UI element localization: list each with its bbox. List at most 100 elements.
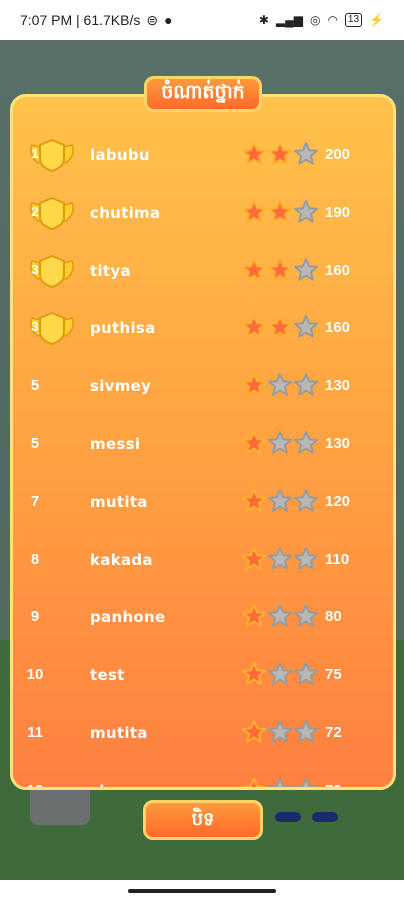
star-rating (241, 546, 319, 574)
star-empty-icon (293, 257, 319, 285)
star-empty-icon (293, 199, 319, 227)
star-filled-icon (241, 661, 267, 689)
star-rating (241, 257, 319, 285)
vpn-icon: ⊜ (146, 11, 159, 28)
facebook-icon: ● (164, 12, 173, 28)
leaderboard-row: 8 kakada 110 (13, 542, 393, 582)
star-empty-icon (267, 603, 293, 631)
signal-icon: ▂▄▆ (275, 13, 303, 27)
player-score: 130 (325, 377, 351, 395)
player-score: 160 (325, 319, 351, 337)
rank-number: 8 (30, 550, 40, 568)
leaderboard-title-text: ចំណាត់ថ្នាក់ (161, 81, 245, 103)
rank-number: 3 (31, 261, 39, 277)
star-empty-icon (293, 603, 319, 631)
star-empty-icon (267, 488, 293, 516)
player-name: titya (90, 261, 131, 280)
player-name: panhone (90, 608, 166, 627)
status-time-speed: 7:07 PM | 61.7KB/s (20, 12, 141, 28)
star-filled-icon (241, 141, 267, 169)
star-empty-icon (293, 661, 319, 689)
leaderboard-row: 5 messi 130 (13, 426, 393, 466)
player-score: 75 (325, 666, 342, 684)
star-filled-icon (267, 199, 293, 227)
rank-number: 5 (30, 435, 40, 452)
wifi-icon: ◠ (327, 13, 338, 27)
rank-number: 10 (26, 666, 44, 684)
player-name: chutima (90, 203, 161, 222)
leaderboard-row: 12 channy 70 (13, 773, 393, 787)
star-rating (241, 719, 319, 747)
home-gesture-handle[interactable] (128, 889, 276, 893)
player-name: mutita (90, 492, 148, 511)
player-score: 72 (325, 724, 342, 741)
player-score: 200 (325, 146, 351, 163)
star-empty-icon (267, 430, 293, 458)
player-name: test (90, 666, 125, 685)
status-bar: 7:07 PM | 61.7KB/s ⊜ ● ✱ ▂▄▆ ◎ ◠ 13 ⚡ (0, 0, 404, 40)
leaderboard-row: 2 chutima 190 (13, 195, 393, 235)
background-shoe-right (312, 812, 338, 822)
close-button-label: បិទ (191, 808, 215, 830)
rank-number: 5 (30, 377, 40, 395)
star-rating (241, 199, 319, 227)
hotspot-icon: ◎ (309, 13, 321, 27)
leaderboard-row: 7 mutita 120 (13, 484, 393, 524)
star-empty-icon (293, 488, 319, 516)
star-rating (241, 314, 319, 342)
leaderboard-row: 11 mutita 72 (13, 715, 393, 755)
close-button[interactable]: បិទ (143, 800, 263, 840)
charging-icon: ⚡ (369, 13, 384, 27)
rank-number: 11 (27, 724, 43, 741)
rank-number: 9 (30, 608, 40, 626)
leaderboard-row: 1 labubu 200 (13, 137, 393, 177)
player-name: messi (90, 435, 141, 453)
star-filled-icon (267, 141, 293, 169)
rank-number: 12 (17, 782, 53, 787)
player-score: 120 (325, 492, 351, 510)
star-empty-icon (293, 141, 319, 169)
player-name: sivmey (90, 377, 152, 396)
star-filled-icon (241, 777, 267, 787)
player-score: 70 (325, 782, 342, 787)
rank-number: 2 (31, 203, 39, 219)
star-filled-icon (267, 314, 293, 342)
star-filled-icon (241, 430, 267, 458)
star-empty-icon (293, 719, 319, 747)
star-filled-icon (241, 372, 267, 400)
player-score: 110 (325, 550, 350, 568)
star-empty-icon (267, 719, 293, 747)
star-empty-icon (293, 777, 319, 787)
rank-number: 3 (31, 319, 39, 335)
star-filled-icon (241, 719, 267, 747)
star-empty-icon (293, 430, 319, 458)
star-filled-icon (241, 314, 267, 342)
star-empty-icon (293, 372, 319, 400)
leaderboard-panel[interactable]: 1 labubu 200 2 chutima 190 3 titya 160 3 puthis… (10, 94, 396, 790)
leaderboard-title: ចំណាត់ថ្នាក់ (144, 76, 262, 112)
star-filled-icon (241, 546, 267, 574)
player-score: 130 (325, 435, 351, 452)
star-empty-icon (267, 372, 293, 400)
player-score: 80 (325, 608, 342, 626)
star-filled-icon (241, 488, 267, 516)
star-rating (241, 603, 319, 631)
star-filled-icon (241, 257, 267, 285)
background-shoe-left (275, 812, 301, 822)
star-empty-icon (267, 546, 293, 574)
star-filled-icon (267, 257, 293, 285)
star-rating (241, 777, 319, 787)
rank-number: 1 (31, 146, 39, 161)
player-name: mutita (90, 724, 148, 742)
leaderboard-row: 3 titya 160 (13, 253, 393, 293)
star-filled-icon (241, 603, 267, 631)
star-filled-icon (241, 199, 267, 227)
player-score: 160 (325, 261, 351, 279)
star-empty-icon (267, 777, 293, 787)
star-rating (241, 372, 319, 400)
bluetooth-icon: ✱ (258, 13, 269, 27)
star-empty-icon (293, 546, 319, 574)
player-name: channy (90, 782, 153, 787)
leaderboard-row: 3 puthisa 160 (13, 310, 393, 350)
leaderboard-row: 5 sivmey 130 (13, 368, 393, 408)
